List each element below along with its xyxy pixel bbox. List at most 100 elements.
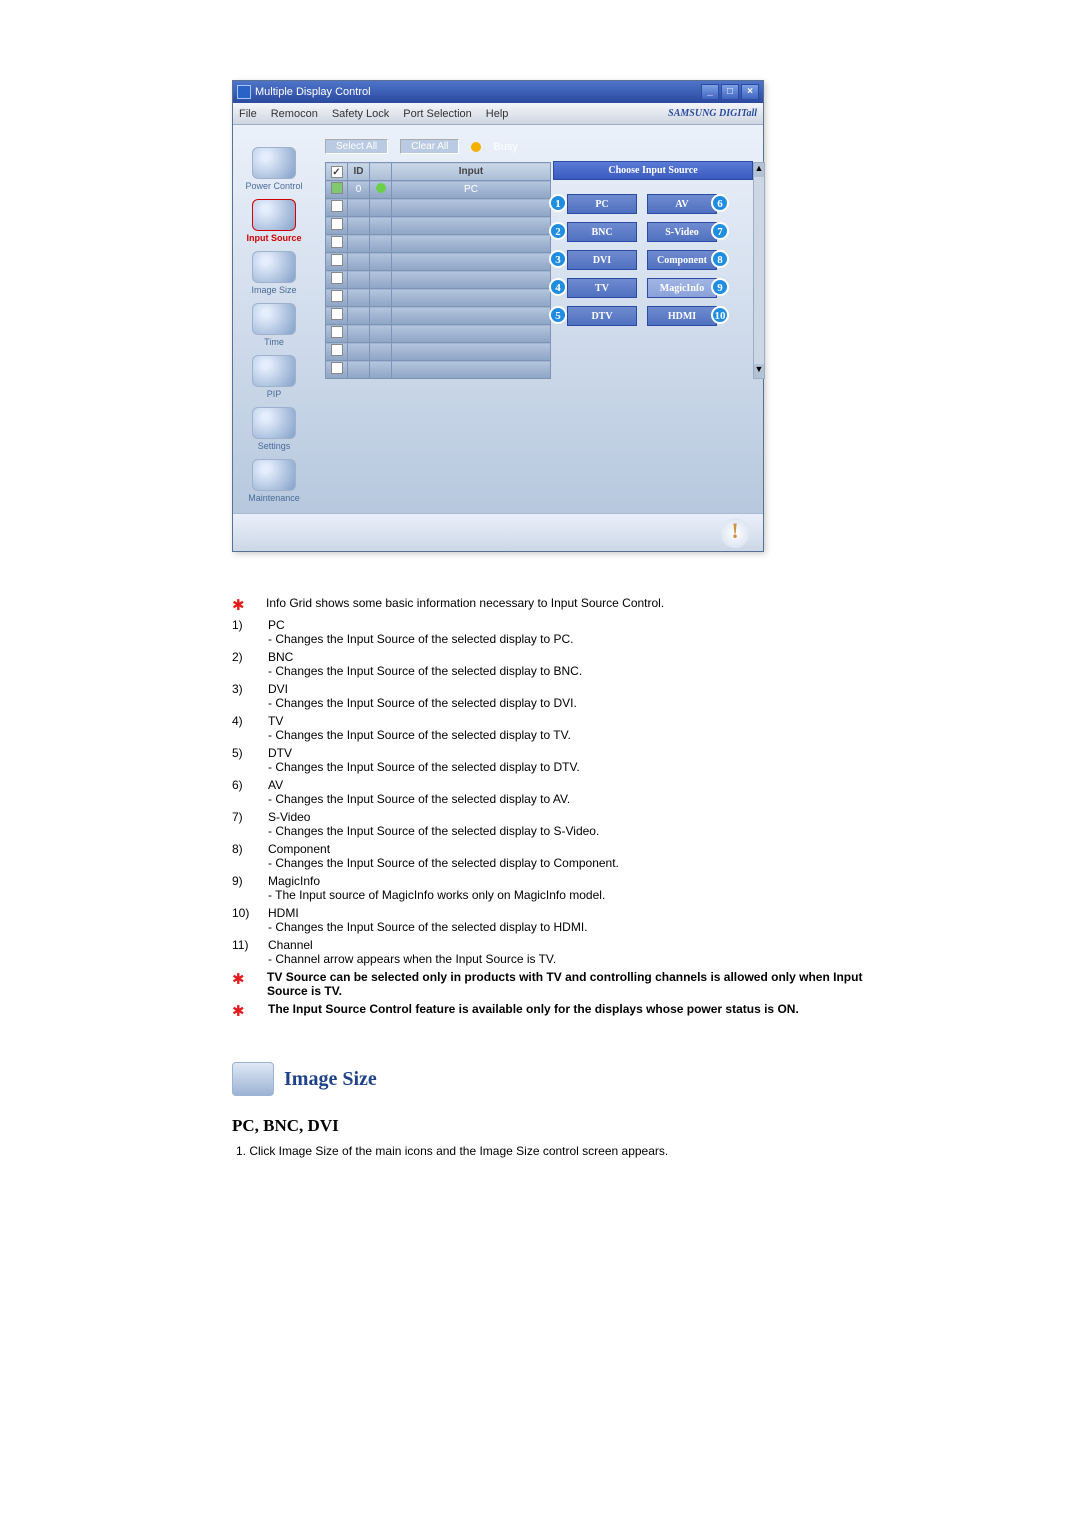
menu-port-selection[interactable]: Port Selection <box>403 108 471 120</box>
check-icon[interactable] <box>331 236 343 248</box>
list-number: 6) <box>232 778 254 806</box>
table-row[interactable]: 0 PC <box>326 181 551 199</box>
source-pc-button[interactable]: PC <box>567 194 637 214</box>
list-item: AV- Changes the Input Source of the sele… <box>268 778 570 806</box>
clear-all-button[interactable]: Clear All <box>400 139 459 154</box>
menu-help[interactable]: Help <box>486 108 509 120</box>
callout-5: 5 <box>549 306 567 324</box>
list-number: 3) <box>232 682 254 710</box>
app-window: Multiple Display Control _ □ × File Remo… <box>232 80 764 552</box>
cell-input: PC <box>392 181 551 199</box>
menu-remocon[interactable]: Remocon <box>271 108 318 120</box>
titlebar-caption: Multiple Display Control <box>255 86 371 98</box>
list-number: 1) <box>232 618 254 646</box>
source-svideo-button[interactable]: S-Video <box>647 222 717 242</box>
list-number: 11) <box>232 938 254 966</box>
source-magicinfo-button[interactable]: MagicInfo <box>647 278 717 298</box>
check-icon[interactable] <box>331 254 343 266</box>
table-row[interactable] <box>326 343 551 361</box>
table-row[interactable] <box>326 199 551 217</box>
source-dtv-button[interactable]: DTV <box>567 306 637 326</box>
list-item: S-Video- Changes the Input Source of the… <box>268 810 599 838</box>
sidebar-item-input-source[interactable]: Input Source <box>239 199 309 243</box>
table-row[interactable] <box>326 253 551 271</box>
list-number: 4) <box>232 714 254 742</box>
check-icon[interactable] <box>331 344 343 356</box>
check-icon[interactable] <box>331 308 343 320</box>
grid-header-check[interactable]: ✓ <box>326 163 348 181</box>
check-icon[interactable] <box>331 362 343 374</box>
table-row[interactable] <box>326 235 551 253</box>
menu-safety-lock[interactable]: Safety Lock <box>332 108 389 120</box>
sidebar-item-label: Power Control <box>245 181 302 191</box>
sidebar-item-pip[interactable]: PIP <box>239 355 309 399</box>
list-item: BNC- Changes the Input Source of the sel… <box>268 650 582 678</box>
close-button[interactable]: × <box>741 84 759 100</box>
table-row[interactable] <box>326 307 551 325</box>
check-icon[interactable] <box>331 218 343 230</box>
time-icon <box>252 303 296 335</box>
callout-10: 10 <box>711 306 729 324</box>
star-icon: ✱ <box>232 596 248 614</box>
sidebar-item-label: Input Source <box>246 233 301 243</box>
list-number: 8) <box>232 842 254 870</box>
sidebar-item-time[interactable]: Time <box>239 303 309 347</box>
check-icon[interactable] <box>331 200 343 212</box>
list-number: 9) <box>232 874 254 902</box>
check-icon[interactable] <box>331 272 343 284</box>
panel-title: Choose Input Source <box>553 161 753 180</box>
grid-header-status <box>370 163 392 181</box>
callout-2: 2 <box>549 222 567 240</box>
source-bnc-button[interactable]: BNC <box>567 222 637 242</box>
list-item: Channel- Channel arrow appears when the … <box>268 938 556 966</box>
table-row[interactable] <box>326 289 551 307</box>
table-row[interactable] <box>326 361 551 379</box>
table-row[interactable] <box>326 325 551 343</box>
scroll-down-icon[interactable]: ▼ <box>754 364 764 378</box>
check-icon[interactable] <box>331 326 343 338</box>
list-number: 5) <box>232 746 254 774</box>
callout-1: 1 <box>549 194 567 212</box>
source-tv-button[interactable]: TV <box>567 278 637 298</box>
warning-icon: ! <box>721 518 749 548</box>
source-component-button[interactable]: Component <box>647 250 717 270</box>
minimize-button[interactable]: _ <box>701 84 719 100</box>
sidebar-item-label: Time <box>264 337 284 347</box>
list-number: 7) <box>232 810 254 838</box>
info-grid: ✓ ID Input 0 PC <box>325 162 551 379</box>
list-item: Component- Changes the Input Source of t… <box>268 842 619 870</box>
sidebar-item-image-size[interactable]: Image Size <box>239 251 309 295</box>
menu-file[interactable]: File <box>239 108 257 120</box>
check-icon[interactable] <box>331 290 343 302</box>
star-icon: ✱ <box>232 970 247 998</box>
select-all-button[interactable]: Select All <box>325 139 388 154</box>
sidebar-item-maintenance[interactable]: Maintenance <box>239 459 309 503</box>
source-dvi-button[interactable]: DVI <box>567 250 637 270</box>
table-row[interactable] <box>326 271 551 289</box>
star-icon: ✱ <box>232 1002 248 1020</box>
image-size-section-icon <box>232 1062 274 1096</box>
callout-8: 8 <box>711 250 729 268</box>
list-item: DVI- Changes the Input Source of the sel… <box>268 682 577 710</box>
grid-header-input: Input <box>392 163 551 181</box>
menubar: File Remocon Safety Lock Port Selection … <box>233 103 763 125</box>
sidebar-item-label: PIP <box>267 389 282 399</box>
titlebar: Multiple Display Control _ □ × <box>233 81 763 103</box>
power-icon <box>252 147 296 179</box>
status-lamp-icon <box>376 183 386 193</box>
table-row[interactable] <box>326 217 551 235</box>
list-number: 10) <box>232 906 254 934</box>
subheading: PC, BNC, DVI <box>232 1116 900 1136</box>
statusbar: ! <box>233 513 763 551</box>
sidebar-item-settings[interactable]: Settings <box>239 407 309 451</box>
scroll-up-icon[interactable]: ▲ <box>754 163 764 177</box>
sidebar-item-power-control[interactable]: Power Control <box>239 147 309 191</box>
note-text: TV Source can be selected only in produc… <box>267 970 900 998</box>
grid-scrollbar[interactable]: ▲ ▼ <box>753 162 765 379</box>
maximize-button[interactable]: □ <box>721 84 739 100</box>
check-icon[interactable] <box>331 182 343 194</box>
source-av-button[interactable]: AV <box>647 194 717 214</box>
list-item: HDMI- Changes the Input Source of the se… <box>268 906 588 934</box>
source-hdmi-button[interactable]: HDMI <box>647 306 717 326</box>
check-icon: ✓ <box>331 166 343 178</box>
